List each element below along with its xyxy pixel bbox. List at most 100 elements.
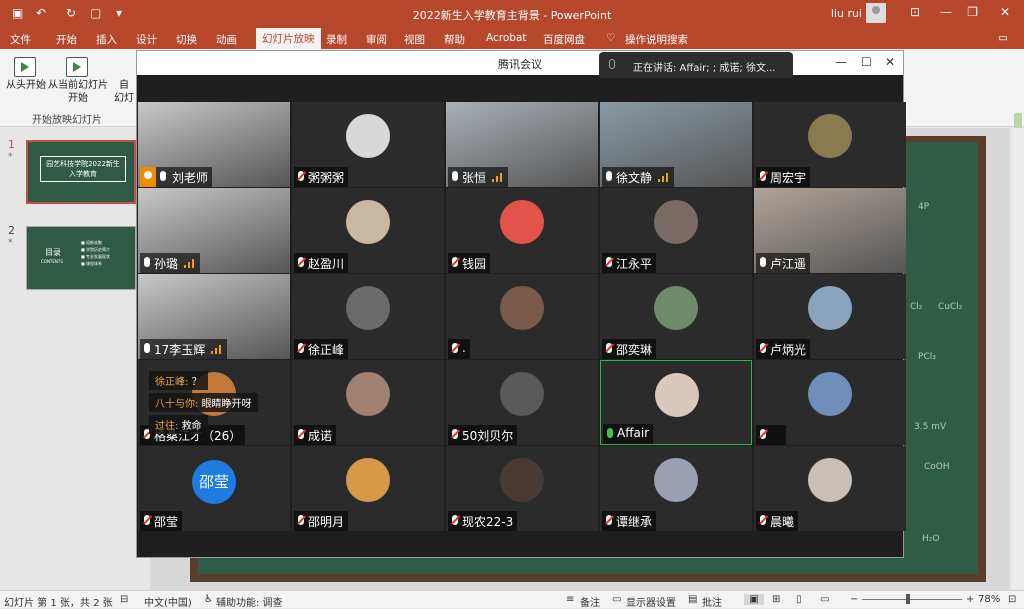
participant-name: 晨曦 bbox=[770, 515, 795, 529]
accessibility-icon[interactable]: ♿ bbox=[204, 594, 213, 605]
from-start-button[interactable]: 从头开始 bbox=[4, 79, 48, 92]
ribbon-display-icon[interactable]: ⊡ bbox=[910, 5, 920, 19]
close-icon[interactable]: ✕ bbox=[885, 55, 895, 69]
zoom-out-icon[interactable]: − bbox=[850, 594, 858, 605]
participant-tile[interactable]: 粥粥粥 bbox=[292, 102, 444, 187]
participant-tile[interactable]: 徐文静 bbox=[600, 102, 752, 187]
zoom-level[interactable]: 78% bbox=[978, 594, 1000, 605]
participant-tile[interactable]: 江永平 bbox=[600, 188, 752, 273]
display-settings-icon[interactable]: ▭ bbox=[612, 594, 621, 605]
normal-view-icon[interactable]: ▣ bbox=[744, 594, 764, 605]
spellcheck-icon[interactable]: ⊟ bbox=[120, 594, 128, 605]
tab-12[interactable]: 百度网盘 bbox=[543, 32, 585, 47]
slide-transition-icon: * bbox=[8, 238, 13, 248]
user-avatar[interactable] bbox=[866, 3, 886, 23]
chalk-text: Cl₂ bbox=[910, 302, 923, 312]
participant-name: Affair bbox=[617, 426, 650, 440]
tab-8[interactable]: 审阅 bbox=[366, 32, 387, 47]
participant-tile[interactable]: 孙璐 bbox=[138, 188, 290, 273]
participant-tile[interactable]: 谭继承 bbox=[600, 446, 752, 531]
play-from-current-icon[interactable] bbox=[66, 57, 88, 77]
participant-tile[interactable]: 邵莹 邵莹 bbox=[138, 446, 290, 531]
avatar bbox=[500, 286, 544, 330]
tab-0[interactable]: 文件 bbox=[10, 32, 31, 47]
play-from-start-icon[interactable] bbox=[14, 57, 36, 77]
participant-tile[interactable]: 周宏宇 bbox=[754, 102, 906, 187]
participant-name: 徐正峰 bbox=[308, 343, 345, 357]
fit-slide-icon[interactable]: ⊡ bbox=[1008, 594, 1016, 605]
tab-5[interactable]: 动画 bbox=[216, 32, 237, 47]
tab-9[interactable]: 视图 bbox=[404, 32, 425, 47]
zoom-slider[interactable] bbox=[862, 599, 962, 600]
custom-show-label-2: 幻灯 bbox=[114, 93, 134, 104]
participant-name: 刘老师 bbox=[172, 171, 209, 185]
minimize-icon[interactable]: — bbox=[835, 55, 847, 69]
tab-10[interactable]: 帮助 bbox=[444, 32, 465, 47]
participant-tile[interactable]: 邵奕琳 bbox=[600, 274, 752, 359]
chat-sender: 过往: bbox=[155, 421, 179, 432]
participant-tile[interactable]: 徐正峰 bbox=[292, 274, 444, 359]
mic-icon bbox=[607, 428, 613, 438]
participant-name: 孙璐 bbox=[154, 257, 179, 271]
tab-11[interactable]: Acrobat bbox=[486, 32, 527, 44]
list-item: ■ 学院历史简介 bbox=[81, 247, 111, 252]
tab-4[interactable]: 切换 bbox=[176, 32, 197, 47]
tab-1[interactable]: 开始 bbox=[56, 32, 77, 47]
restore-icon[interactable]: ❐ bbox=[967, 5, 978, 19]
participant-tile[interactable]: 卢江遥 bbox=[754, 188, 906, 273]
avatar bbox=[808, 286, 852, 330]
avatar bbox=[346, 200, 390, 244]
participant-tile[interactable]: 张恒 bbox=[446, 102, 598, 187]
notes-icon[interactable]: ≡ bbox=[566, 594, 574, 605]
accessibility[interactable]: 辅助功能: 调查 bbox=[216, 594, 283, 609]
participant-tile[interactable] bbox=[754, 360, 906, 445]
mic-icon bbox=[452, 429, 458, 439]
tab-7[interactable]: 录制 bbox=[326, 32, 347, 47]
custom-show-button[interactable]: 自幻灯 bbox=[114, 79, 134, 105]
participant-name: 江永平 bbox=[616, 257, 653, 271]
participant-tile[interactable]: 赵盈川 bbox=[292, 188, 444, 273]
participant-tile[interactable]: 晨曦 bbox=[754, 446, 906, 531]
participant-tile[interactable]: Affair bbox=[600, 360, 752, 445]
chat-message: 徐正峰: ？ bbox=[149, 371, 208, 390]
tab-3[interactable]: 设计 bbox=[136, 32, 157, 47]
zoom-in-icon[interactable]: + bbox=[966, 594, 974, 605]
reading-view-icon[interactable]: ▯ bbox=[796, 594, 802, 605]
tab-13[interactable]: 操作说明搜索 bbox=[625, 32, 688, 47]
participant-tile[interactable]: 17李玉辉 bbox=[138, 274, 290, 359]
minimize-icon[interactable]: — bbox=[940, 5, 952, 19]
participant-tile[interactable]: 成诺 bbox=[292, 360, 444, 445]
participant-label: 刘老师 bbox=[140, 167, 213, 187]
editor-scrollbar[interactable] bbox=[1012, 128, 1024, 590]
participant-tile[interactable]: 刘老师 bbox=[138, 102, 290, 187]
mic-icon bbox=[606, 171, 612, 181]
language[interactable]: 中文(中国) bbox=[144, 594, 192, 609]
notes-button[interactable]: 备注 bbox=[580, 594, 600, 609]
participant-tile[interactable]: 邵明月 bbox=[292, 446, 444, 531]
slide-thumbnail-1[interactable]: 园艺科技学院2022新生入学教育 bbox=[26, 140, 136, 204]
from-current-button[interactable]: 从当前幻灯片开始 bbox=[46, 79, 110, 105]
participant-tile[interactable]: 50刘贝尔 bbox=[446, 360, 598, 445]
zoom-slider-handle[interactable] bbox=[906, 594, 910, 604]
lightbulb-icon[interactable]: ♡ bbox=[606, 32, 615, 44]
comments-button[interactable]: 批注 bbox=[702, 594, 722, 609]
slideshow-view-icon[interactable]: ▭ bbox=[820, 594, 829, 605]
participant-tile[interactable]: . bbox=[446, 274, 598, 359]
tab-2[interactable]: 插入 bbox=[96, 32, 117, 47]
tab-6[interactable]: 幻灯片放映 bbox=[256, 28, 321, 49]
display-settings-button[interactable]: 显示器设置 bbox=[626, 594, 676, 609]
user-name[interactable]: liu rui bbox=[831, 7, 862, 20]
participant-tile[interactable]: 卢炳光 bbox=[754, 274, 906, 359]
close-icon[interactable]: ✕ bbox=[1000, 5, 1010, 19]
participant-tile[interactable]: 钱园 bbox=[446, 188, 598, 273]
comments-icon[interactable]: ▤ bbox=[688, 594, 697, 605]
slide-thumbnail-2[interactable]: 目录 CONTENTS ■ 迎新欢聚 ■ 学院历史简介 ■ 专业发展现状 ■ 课… bbox=[26, 226, 136, 290]
slide-sorter-icon[interactable]: ⊞ bbox=[772, 594, 780, 605]
maximize-icon[interactable]: ☐ bbox=[861, 55, 872, 69]
chat-text: ？ bbox=[191, 377, 202, 388]
participant-label: . bbox=[448, 339, 470, 359]
participant-tile[interactable]: 现农22-3 bbox=[446, 446, 598, 531]
participant-name: 卢炳光 bbox=[770, 343, 807, 357]
initial-avatar: 邵莹 bbox=[192, 460, 236, 504]
share-icon[interactable]: ▭ bbox=[998, 32, 1008, 44]
